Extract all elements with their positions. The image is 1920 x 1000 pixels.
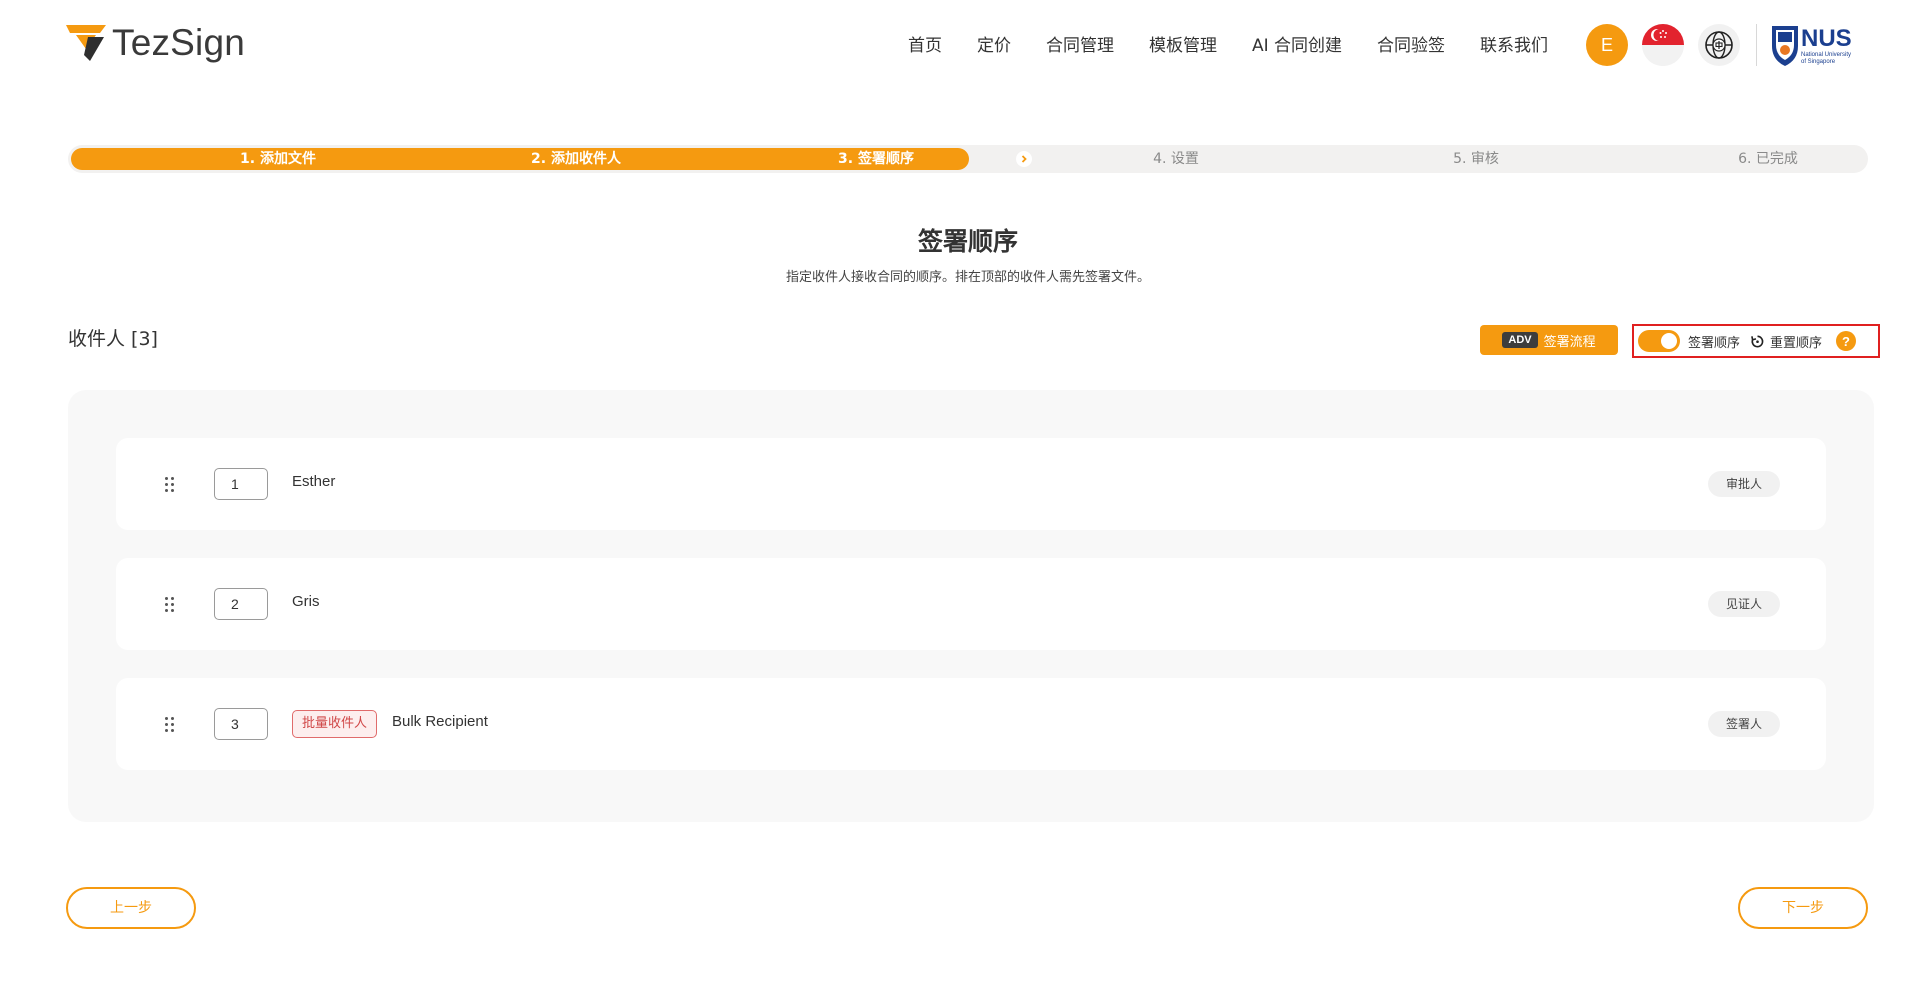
reset-icon: [1751, 335, 1764, 347]
brand-name: TezSign: [112, 22, 246, 63]
recipient-role-badge: 签署人: [1708, 711, 1780, 737]
recipients-list: Esther 审批人 Gris 见证人 批量收件人 Bulk Recipient…: [68, 390, 1874, 822]
drag-handle-icon[interactable]: [164, 476, 176, 492]
nus-wordmark: NUS: [1801, 25, 1852, 52]
nus-subtitle-line1: National University: [1801, 52, 1851, 58]
recipient-name: Gris: [292, 593, 320, 610]
reset-order-label: 重置顺序: [1770, 335, 1823, 351]
drag-handle-icon[interactable]: [164, 716, 176, 732]
nav-home[interactable]: 首页: [908, 34, 942, 58]
recipient-row[interactable]: Esther 审批人: [116, 438, 1826, 530]
recipients-heading: 收件人 [3]: [68, 328, 158, 350]
language-globe-icon[interactable]: [1698, 24, 1740, 66]
top-header: TezSign 首页 定价 合同管理 模板管理 AI 合同创建 合同验签 联系我…: [0, 0, 1920, 94]
advanced-signing-flow-button[interactable]: ADV 签署流程: [1480, 325, 1618, 355]
adv-badge: ADV: [1502, 332, 1538, 348]
step-review[interactable]: 5. 审核: [1326, 145, 1626, 173]
recipient-row[interactable]: Gris 见证人: [116, 558, 1826, 650]
nav-verify[interactable]: 合同验签: [1377, 34, 1445, 58]
recipient-role-badge: 审批人: [1708, 471, 1780, 497]
nus-subtitle-line2: of Singapore: [1801, 59, 1836, 65]
toggle-knob: [1661, 333, 1677, 349]
recipient-row[interactable]: 批量收件人 Bulk Recipient 签署人: [116, 678, 1826, 770]
step-add-recipients[interactable]: 2. 添加收件人: [426, 145, 726, 173]
previous-step-button[interactable]: 上一步: [66, 887, 196, 929]
tezsign-logo[interactable]: TezSign: [66, 22, 245, 64]
main-nav: 首页 定价 合同管理 模板管理 AI 合同创建 合同验签 联系我们: [908, 34, 1583, 58]
recipient-name: Esther: [292, 473, 336, 490]
signing-order-input[interactable]: [214, 468, 268, 500]
page-subtitle: 指定收件人接收合同的顺序。排在顶部的收件人需先签署文件。: [785, 270, 1150, 285]
user-avatar[interactable]: E: [1586, 24, 1628, 66]
header-divider: [1756, 24, 1757, 66]
step-signing-order[interactable]: 3. 签署顺序: [726, 145, 1026, 173]
signing-flow-label: 签署流程: [1543, 334, 1596, 350]
singapore-flag-icon[interactable]: [1642, 24, 1684, 66]
reset-order-button[interactable]: 重置顺序: [1750, 332, 1822, 351]
logo-mark-icon: [66, 25, 106, 61]
next-step-button[interactable]: 下一步: [1738, 887, 1868, 929]
bulk-recipient-tag: 批量收件人: [292, 710, 378, 738]
signing-order-input[interactable]: [214, 708, 268, 740]
signing-order-toggle[interactable]: [1638, 330, 1680, 352]
nus-logo: NUS National University of Singapore: [1772, 25, 1852, 66]
progress-stepper: 1. 添加文件 2. 添加收件人 3. 签署顺序 4. 设置 5. 审核 6. …: [68, 145, 1868, 173]
nav-ai-create[interactable]: AI 合同创建: [1252, 34, 1342, 58]
step-settings[interactable]: 4. 设置: [1026, 145, 1326, 173]
nav-pricing[interactable]: 定价: [977, 34, 1011, 58]
recipient-name: Bulk Recipient: [392, 713, 488, 730]
signing-order-toggle-label: 签署顺序: [1688, 335, 1741, 351]
nav-templates[interactable]: 模板管理: [1149, 34, 1217, 58]
help-icon[interactable]: ?: [1836, 331, 1857, 351]
step-add-file[interactable]: 1. 添加文件: [128, 145, 428, 173]
page-title: 签署顺序: [917, 227, 1018, 256]
signing-order-input[interactable]: [214, 588, 268, 620]
nav-contracts[interactable]: 合同管理: [1046, 34, 1114, 58]
drag-handle-icon[interactable]: [164, 596, 176, 612]
signing-order-controls: 签署顺序 重置顺序 ?: [1632, 324, 1880, 358]
nav-contact[interactable]: 联系我们: [1480, 34, 1548, 58]
recipient-role-badge: 见证人: [1708, 591, 1780, 617]
step-complete[interactable]: 6. 已完成: [1618, 145, 1868, 173]
